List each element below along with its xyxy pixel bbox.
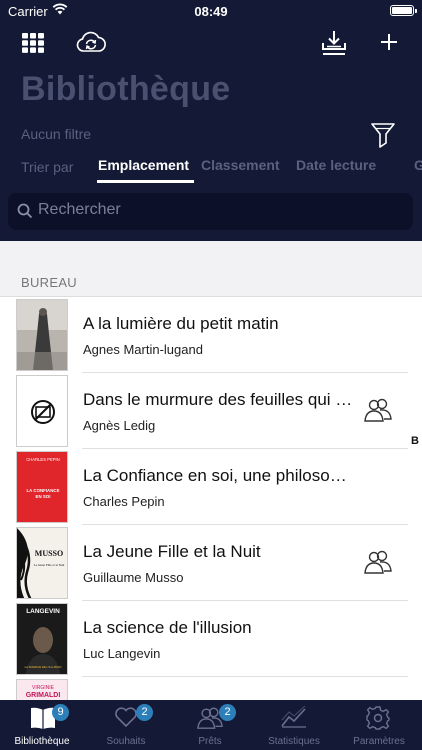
add-icon[interactable] <box>380 33 398 51</box>
list-item[interactable]: A la lumière du petit matin Agnes Martin… <box>0 297 422 373</box>
tabbar-label: Paramètres <box>353 736 405 747</box>
book-cover: VIRGINIE GRIMALDI <box>16 679 68 700</box>
tabbar-label: Souhaits <box>106 736 146 747</box>
book-author: Charles Pepin <box>83 494 165 509</box>
list-item[interactable]: Dans le murmure des feuilles qui d… Agnè… <box>0 373 422 449</box>
tabbar-item-bibliotheque[interactable]: 9 Bibliothèque <box>0 700 84 750</box>
search-input[interactable] <box>38 201 398 219</box>
chart-icon <box>281 706 306 728</box>
battery-icon <box>390 5 417 16</box>
book-cover: MUSSO La Jeune Fille et la Nuit <box>16 527 68 599</box>
book-cover: LANGEVIN LA SCIENCE DE L'ILLUSION <box>16 603 68 675</box>
cover-text: CHARLES PEPIN <box>26 457 60 462</box>
section-title: BUREAU <box>21 275 77 290</box>
book-author: Guillaume Musso <box>83 570 184 585</box>
list-item-partial[interactable]: VIRGINIE GRIMALDI <box>0 677 422 700</box>
cover-text: EN SOI <box>36 494 51 499</box>
sort-label: Trier par <box>21 159 74 175</box>
badge-count: 2 <box>219 704 236 721</box>
cover-text: La Jeune Fille et la Nuit <box>34 563 65 567</box>
gear-icon <box>366 706 390 730</box>
search-icon <box>17 203 33 219</box>
filter-icon[interactable] <box>371 123 395 149</box>
book-title: La Jeune Fille et la Nuit <box>83 542 261 561</box>
cover-text: VIRGINIE <box>32 685 55 691</box>
status-time: 08:49 <box>194 4 228 19</box>
tabbar-item-souhaits[interactable]: 2 Souhaits <box>84 700 168 750</box>
book-title: La science de l'illusion <box>83 618 252 637</box>
tab-classement[interactable]: Classement <box>201 157 280 173</box>
book-title: Dans le murmure des feuilles qui d… <box>83 390 355 409</box>
grid-view-icon[interactable] <box>22 33 44 53</box>
book-author: Luc Langevin <box>83 646 161 661</box>
tabbar-label: Statistiques <box>268 736 320 747</box>
page-title: Bibliothèque <box>21 70 231 108</box>
book-cover <box>16 375 68 447</box>
section-index-letter[interactable]: B <box>411 435 419 447</box>
list-item[interactable]: CHARLES PEPIN LA CONFIANCE EN SOI La Con… <box>0 449 422 525</box>
tabbar-label: Bibliothèque <box>14 736 70 747</box>
book-list[interactable]: A la lumière du petit matin Agnes Martin… <box>0 296 422 700</box>
import-icon[interactable] <box>321 30 347 56</box>
cover-text: LA SCIENCE DE L'ILLUSION <box>25 665 62 669</box>
cloud-sync-icon[interactable] <box>75 31 107 53</box>
book-author: Agnès Ledig <box>83 418 156 433</box>
tabbar-item-parametres[interactable]: Paramètres <box>336 700 422 750</box>
tab-bar: 9 Bibliothèque 2 Souhaits 2 Prêts Statis… <box>0 700 422 750</box>
people-icon <box>364 398 392 422</box>
filter-label[interactable]: Aucun filtre <box>21 126 91 142</box>
book-title: La Confiance en soi, une philosophie <box>83 466 355 485</box>
book-cover <box>16 299 68 371</box>
status-bar: Carrier 08:49 <box>0 0 422 22</box>
cover-text: LA CONFIANCE <box>26 488 59 493</box>
tabbar-label: Prêts <box>198 736 222 747</box>
active-tab-indicator <box>97 180 194 183</box>
book-title: A la lumière du petit matin <box>83 314 279 333</box>
people-icon <box>364 550 392 574</box>
tabbar-item-statistiques[interactable]: Statistiques <box>252 700 336 750</box>
tab-emplacement[interactable]: Emplacement <box>98 157 189 173</box>
tab-date-lecture[interactable]: Date lecture <box>296 157 376 173</box>
no-cover-icon <box>31 400 55 424</box>
cover-text: GRIMALDI <box>26 692 61 699</box>
heart-icon <box>115 707 137 728</box>
cover-text: MUSSO <box>35 549 63 558</box>
tabbar-item-prets[interactable]: 2 Prêts <box>168 700 252 750</box>
header: Carrier 08:49 Bibliothèque Aucun filtre … <box>0 0 422 241</box>
search-bar[interactable] <box>8 193 413 230</box>
cover-text: LANGEVIN <box>26 608 60 615</box>
badge-count: 2 <box>136 704 153 721</box>
list-item[interactable]: LANGEVIN LA SCIENCE DE L'ILLUSION La sci… <box>0 601 422 677</box>
book-author: Agnes Martin-lugand <box>83 342 203 357</box>
list-item[interactable]: MUSSO La Jeune Fille et la Nuit La Jeune… <box>0 525 422 601</box>
badge-count: 9 <box>52 704 69 721</box>
tab-partial[interactable]: G <box>414 157 422 173</box>
book-cover: CHARLES PEPIN LA CONFIANCE EN SOI <box>16 451 68 523</box>
